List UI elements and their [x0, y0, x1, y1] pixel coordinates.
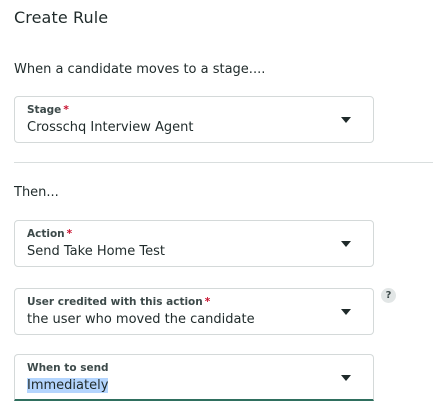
- action-value: Send Take Home Test: [27, 244, 165, 259]
- chevron-down-icon[interactable]: [341, 117, 351, 123]
- when-to-send-value: Immediately: [27, 378, 109, 393]
- action-label: Action *: [27, 228, 73, 240]
- trigger-description: When a candidate moves to a stage....: [14, 62, 266, 77]
- section-divider: [14, 162, 433, 163]
- when-to-send-select[interactable]: When to send Immediately: [14, 354, 374, 401]
- user-credited-label: User credited with this action *: [27, 296, 211, 308]
- required-asterisk: *: [63, 104, 69, 116]
- stage-value: Crosschq Interview Agent: [27, 120, 194, 135]
- when-to-send-label: When to send: [27, 362, 109, 374]
- required-asterisk: *: [66, 228, 73, 240]
- question-icon[interactable]: ?: [381, 288, 396, 303]
- page-title: Create Rule: [14, 8, 109, 27]
- chevron-down-icon[interactable]: [341, 309, 351, 315]
- stage-select[interactable]: Stage * Crosschq Interview Agent: [14, 96, 374, 143]
- selected-text: Immediately: [27, 378, 109, 393]
- user-credited-value: the user who moved the candidate: [27, 312, 255, 327]
- then-heading: Then...: [14, 185, 59, 200]
- stage-label: Stage *: [27, 104, 69, 116]
- action-select[interactable]: Action * Send Take Home Test: [14, 220, 374, 267]
- required-asterisk: *: [204, 296, 211, 308]
- chevron-down-icon[interactable]: [341, 241, 351, 247]
- user-credited-select[interactable]: User credited with this action * the user…: [14, 288, 374, 335]
- chevron-down-icon[interactable]: [341, 375, 351, 381]
